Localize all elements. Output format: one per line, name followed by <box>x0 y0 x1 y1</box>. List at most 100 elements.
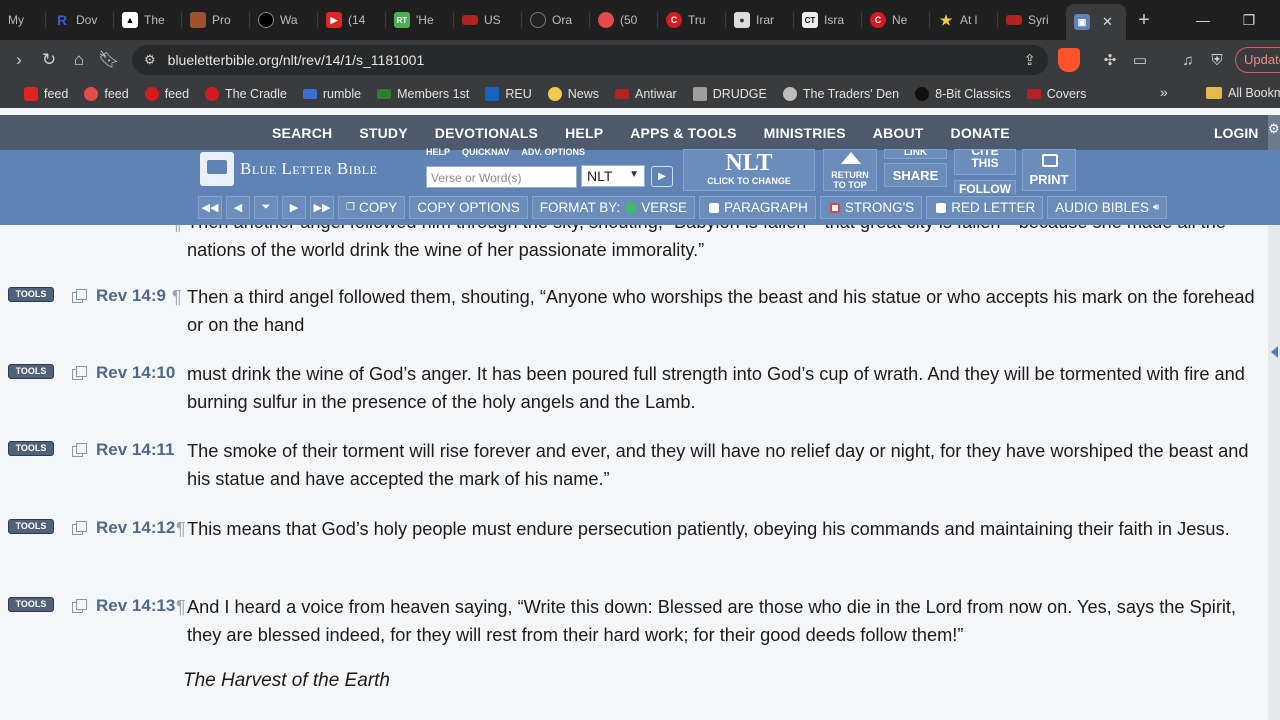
version-change-button[interactable]: NLT CLICK TO CHANGE <box>683 149 815 191</box>
nav-donate[interactable]: DONATE <box>951 125 1010 141</box>
tab-1[interactable]: R Dov <box>46 0 114 40</box>
tools-button[interactable]: TOOLS <box>8 519 54 534</box>
verse-ref[interactable]: Rev 14:11 <box>96 440 174 460</box>
bookmark-item[interactable]: The Cradle <box>205 87 287 101</box>
cite-button[interactable]: CITE THIS <box>954 149 1016 175</box>
tools-button[interactable]: TOOLS <box>8 364 54 379</box>
help-link[interactable]: HELP <box>426 147 450 157</box>
tab-6[interactable]: RT 'He <box>386 0 454 40</box>
forward-icon[interactable]: › <box>4 45 34 75</box>
verse-ref[interactable]: Rev 14:9 <box>96 286 166 306</box>
copy-icon[interactable] <box>72 443 87 457</box>
nav-help[interactable]: HELP <box>565 125 603 141</box>
new-tab-button[interactable]: + <box>1126 0 1162 40</box>
copy-icon[interactable] <box>72 521 87 535</box>
bookmark-item[interactable]: 8-Bit Classics <box>915 87 1011 101</box>
copy-icon[interactable] <box>72 599 87 613</box>
bookmark-item[interactable]: The Traders' Den <box>782 87 899 101</box>
link-button[interactable]: LINK <box>884 149 947 159</box>
tab-12[interactable]: CT Isra <box>794 0 862 40</box>
prev-button[interactable]: ◀ <box>226 196 250 219</box>
omnibox[interactable]: ⚙ blueletterbible.org/nlt/rev/14/1/s_118… <box>132 45 1048 75</box>
vpn-icon[interactable]: ⛨ <box>1207 50 1227 70</box>
bookmark-item[interactable]: News <box>547 87 599 101</box>
bookmark-item[interactable]: Antiwar <box>615 87 677 101</box>
bookmark-item[interactable]: REU <box>485 87 532 101</box>
bookmark-item[interactable]: feed <box>84 87 129 101</box>
share-button[interactable]: SHARE <box>884 163 947 187</box>
tab-13[interactable]: C Ne <box>862 0 930 40</box>
tab-4[interactable]: Wa <box>250 0 318 40</box>
extensions-icon[interactable]: ✣ <box>1100 50 1120 70</box>
settings-icon[interactable]: ⚙ <box>1268 115 1280 150</box>
checkbox-checked-icon[interactable] <box>626 202 637 213</box>
site-logo[interactable]: Blue Letter Bible <box>200 152 377 186</box>
wallet-icon[interactable]: ▭ <box>1130 50 1150 70</box>
tools-button[interactable]: TOOLS <box>8 287 54 302</box>
first-chapter-button[interactable]: ◀◀ <box>198 196 222 219</box>
follow-button[interactable]: FOLLOW <box>954 180 1016 196</box>
paragraph-toggle[interactable]: PARAGRAPH <box>699 196 816 219</box>
close-icon[interactable]: ✕ <box>1102 14 1113 30</box>
verse-ref[interactable]: Rev 14:13 <box>96 596 175 616</box>
scrollbar[interactable] <box>1268 225 1280 720</box>
copy-icon[interactable] <box>72 289 87 303</box>
bookmark-item[interactable]: rumble <box>302 87 361 101</box>
bookmark-item[interactable]: Covers <box>1026 87 1086 101</box>
tab-2[interactable]: ▲ The <box>114 0 182 40</box>
tab-active[interactable]: ▣ ✕ <box>1066 4 1126 40</box>
bookmark-icon[interactable]: 🔖︎ <box>94 45 124 75</box>
verse-ref[interactable]: Rev 14:10 <box>96 363 175 383</box>
tab-15[interactable]: Syri <box>998 0 1066 40</box>
format-by[interactable]: FORMAT BY: VERSE <box>531 196 696 219</box>
tab-3[interactable]: Pro <box>182 0 250 40</box>
nav-devotionals[interactable]: DEVOTIONALS <box>435 125 538 141</box>
media-icon[interactable]: ♫ <box>1178 50 1198 70</box>
bookmark-item[interactable]: Members 1st <box>377 87 469 101</box>
copy-icon[interactable] <box>72 366 87 380</box>
tab-8[interactable]: Ora <box>522 0 590 40</box>
nav-ministries[interactable]: MINISTRIES <box>764 125 846 141</box>
nav-apps-tools[interactable]: APPS & TOOLS <box>630 125 736 141</box>
copy-button[interactable]: ❐ COPY <box>338 196 406 219</box>
tab-5[interactable]: ▶ (14 <box>318 0 386 40</box>
tools-button[interactable]: TOOLS <box>8 597 54 612</box>
tab-14[interactable]: ★ At l <box>930 0 998 40</box>
bookmark-item[interactable]: feed <box>144 87 189 101</box>
site-info-icon[interactable]: ⚙ <box>144 52 156 68</box>
all-bookmarks[interactable]: All Bookm <box>1206 86 1280 100</box>
search-input[interactable]: Verse or Word(s) <box>426 166 577 188</box>
tab-7[interactable]: US <box>454 0 522 40</box>
next-button[interactable]: ▶ <box>282 196 306 219</box>
nav-study[interactable]: STUDY <box>359 125 407 141</box>
url-text[interactable]: blueletterbible.org/nlt/rev/14/1/s_11810… <box>168 52 425 68</box>
home-icon[interactable]: ⌂ <box>64 45 94 75</box>
print-button[interactable]: PRINT <box>1022 149 1076 191</box>
login-link[interactable]: LOGIN <box>1214 125 1258 141</box>
audio-bibles-button[interactable]: AUDIO BIBLES 🔊︎ <box>1047 196 1168 219</box>
last-chapter-button[interactable]: ▶▶ <box>310 196 334 219</box>
search-go-button[interactable]: ▶ <box>651 166 673 187</box>
red-letter-toggle[interactable]: RED LETTER <box>926 196 1044 219</box>
copy-options-button[interactable]: COPY OPTIONS <box>409 196 528 219</box>
tab-9[interactable]: (50 <box>590 0 658 40</box>
bookmark-item[interactable]: feed <box>24 87 68 101</box>
tab-0[interactable]: My <box>0 0 46 40</box>
nav-search[interactable]: SEARCH <box>272 125 332 141</box>
maximize-icon[interactable]: ❐ <box>1226 0 1272 40</box>
bookmarks-overflow-icon[interactable]: » <box>1160 84 1168 100</box>
brave-shields-icon[interactable] <box>1058 48 1080 72</box>
checkbox-icon[interactable] <box>709 202 720 213</box>
reload-icon[interactable]: ↻ <box>34 45 64 75</box>
tab-10[interactable]: C Tru <box>658 0 726 40</box>
tab-11[interactable]: ● Irar <box>726 0 794 40</box>
tools-button[interactable]: TOOLS <box>8 441 54 456</box>
checkbox-icon[interactable] <box>829 202 840 213</box>
verse-ref[interactable]: Rev 14:12 <box>96 518 175 538</box>
adv-options-link[interactable]: ADV. OPTIONS <box>521 147 585 157</box>
update-button[interactable]: Update <box>1235 47 1280 73</box>
nav-about[interactable]: ABOUT <box>873 125 924 141</box>
chapter-list-button[interactable]: ⏷ <box>254 196 278 219</box>
checkbox-icon[interactable] <box>936 202 947 213</box>
bookmark-item[interactable]: DRUDGE <box>692 87 767 101</box>
